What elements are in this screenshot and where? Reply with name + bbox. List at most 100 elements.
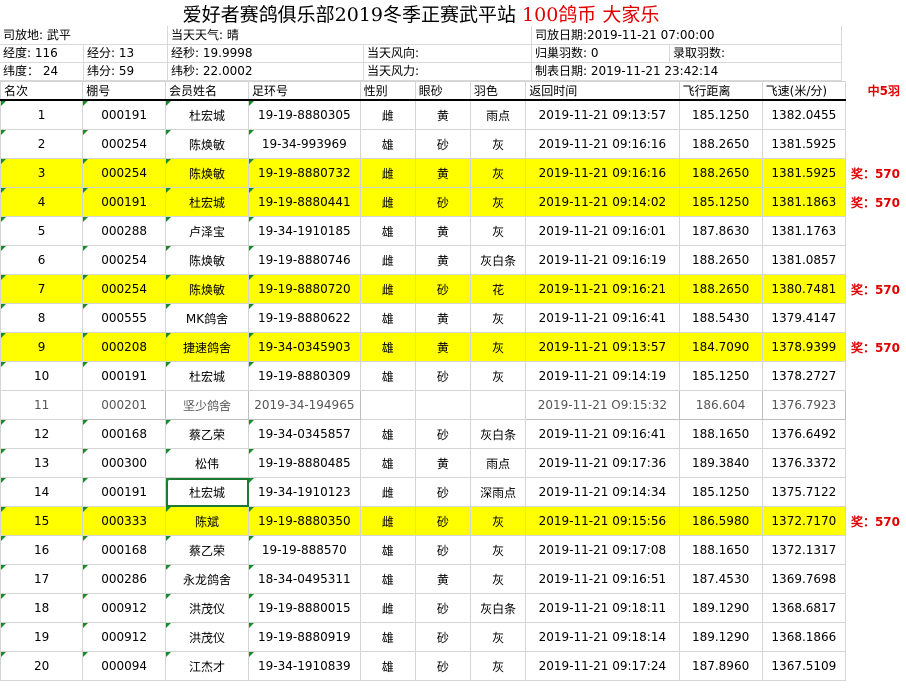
cell-ring[interactable]: 19-34-993969 (248, 129, 361, 159)
cell-distance[interactable]: 184.7090 (678, 332, 763, 362)
info-recorded[interactable]: 录取羽数: (670, 44, 842, 63)
cell-prize[interactable] (846, 478, 906, 507)
cell-rank[interactable]: 13 (0, 448, 84, 478)
cell-time[interactable]: 2019-11-21 09:14:34 (525, 477, 680, 507)
info-release-date[interactable]: 司放日期:2019-11-21 07:00:00 (532, 26, 842, 45)
cell-name[interactable]: 杜宏城 (165, 477, 249, 507)
cell-prize[interactable] (846, 449, 906, 478)
header-rank[interactable]: 名次 (0, 81, 84, 101)
cell-rank[interactable]: 2 (0, 129, 84, 159)
cell-prize[interactable] (846, 652, 906, 681)
cell-loft[interactable]: 000912 (82, 593, 167, 623)
cell-speed[interactable]: 1368.6817 (761, 593, 847, 623)
info-weather[interactable]: 当天天气: 晴 (168, 26, 532, 45)
cell-name[interactable]: 坚少鸽舍 (165, 390, 249, 420)
cell-sex[interactable]: 雌 (359, 158, 416, 188)
cell-name[interactable]: 蔡乙荣 (165, 419, 249, 449)
cell-time[interactable]: 2019-11-21 09:15:56 (525, 506, 680, 536)
cell-rank[interactable]: 16 (0, 535, 84, 565)
cell-speed[interactable]: 1372.1317 (761, 535, 847, 565)
info-lon-sec[interactable]: 经秒: 19.9998 (168, 44, 364, 63)
cell-speed[interactable]: 1375.7122 (761, 477, 847, 507)
cell-loft[interactable]: 000333 (82, 506, 167, 536)
cell-ring[interactable]: 19-19-8880720 (248, 274, 361, 304)
cell-eye[interactable]: 砂 (414, 622, 471, 652)
cell-prize[interactable] (846, 420, 906, 449)
cell-name[interactable]: 松伟 (165, 448, 249, 478)
cell-eye[interactable]: 砂 (414, 129, 471, 159)
cell-distance[interactable]: 188.1650 (678, 419, 763, 449)
cell-eye[interactable]: 砂 (414, 274, 471, 304)
cell-speed[interactable]: 1379.4147 (761, 303, 847, 333)
cell-sex[interactable]: 雄 (359, 564, 416, 594)
cell-ring[interactable]: 19-34-1910185 (248, 216, 361, 246)
cell-rank[interactable]: 1 (0, 99, 84, 130)
cell-loft[interactable]: 000288 (82, 216, 167, 246)
cell-distance[interactable]: 185.1250 (678, 187, 763, 217)
cell-prize[interactable]: 奖：570 (846, 333, 906, 362)
cell-loft[interactable]: 000168 (82, 535, 167, 565)
cell-speed[interactable]: 1376.6492 (761, 419, 847, 449)
cell-sex[interactable]: 雄 (359, 651, 416, 681)
cell-eye[interactable]: 砂 (414, 187, 471, 217)
cell-sex[interactable]: 雄 (359, 129, 416, 159)
cell-eye[interactable]: 砂 (414, 535, 471, 565)
cell-eye[interactable]: 黄 (414, 245, 471, 275)
info-lat-deg[interactable]: 纬度： 24 (0, 62, 84, 81)
cell-rank[interactable]: 6 (0, 245, 84, 275)
cell-time[interactable]: 2019-11-21 09:16:41 (525, 303, 680, 333)
cell-ring[interactable]: 19-19-8880305 (248, 99, 361, 130)
cell-prize[interactable] (846, 536, 906, 565)
cell-prize[interactable]: 奖：570 (846, 507, 906, 536)
cell-time[interactable]: 2019-11-21 09:16:16 (525, 129, 680, 159)
header-speed[interactable]: 飞速(米/分) (761, 81, 847, 101)
cell-eye[interactable]: 黄 (414, 332, 471, 362)
cell-eye[interactable]: 砂 (414, 651, 471, 681)
cell-color[interactable]: 灰 (469, 129, 527, 159)
cell-loft[interactable]: 000191 (82, 99, 167, 130)
header-sex[interactable]: 性别 (359, 81, 416, 101)
cell-color[interactable]: 灰白条 (469, 593, 527, 623)
cell-loft[interactable]: 000191 (82, 477, 167, 507)
cell-speed[interactable]: 1381.1763 (761, 216, 847, 246)
cell-ring[interactable]: 19-19-8880441 (248, 187, 361, 217)
cell-ring[interactable]: 18-34-0495311 (248, 564, 361, 594)
cell-time[interactable]: 2019-11-21 09:13:57 (525, 99, 680, 130)
cell-speed[interactable]: 1367.5109 (761, 651, 847, 681)
cell-rank[interactable]: 11 (0, 390, 84, 420)
cell-loft[interactable]: 000254 (82, 129, 167, 159)
cell-rank[interactable]: 19 (0, 622, 84, 652)
cell-prize[interactable] (846, 565, 906, 594)
info-wind-dir[interactable]: 当天风向: (364, 44, 532, 63)
cell-sex[interactable]: 雄 (359, 332, 416, 362)
cell-speed[interactable]: 1376.3372 (761, 448, 847, 478)
cell-name[interactable]: 陈焕敏 (165, 245, 249, 275)
cell-speed[interactable]: 1381.1863 (761, 187, 847, 217)
cell-name[interactable]: 杜宏城 (165, 187, 249, 217)
cell-color[interactable]: 灰 (469, 303, 527, 333)
cell-prize[interactable] (846, 304, 906, 333)
cell-speed[interactable]: 1381.0857 (761, 245, 847, 275)
cell-name[interactable]: 江杰才 (165, 651, 249, 681)
cell-color[interactable]: 灰 (469, 216, 527, 246)
cell-prize[interactable]: 奖：570 (846, 188, 906, 217)
cell-ring[interactable]: 19-19-8880309 (248, 361, 361, 391)
cell-prize[interactable] (846, 246, 906, 275)
cell-sex[interactable]: 雄 (359, 303, 416, 333)
cell-color[interactable]: 花 (469, 274, 527, 304)
cell-time[interactable]: 2019-11-21 09:18:11 (525, 593, 680, 623)
cell-distance[interactable]: 189.1290 (678, 622, 763, 652)
cell-loft[interactable]: 000191 (82, 361, 167, 391)
cell-color[interactable]: 雨点 (469, 99, 527, 130)
cell-name[interactable]: 陈焕敏 (165, 158, 249, 188)
cell-prize[interactable] (846, 391, 906, 420)
cell-eye[interactable] (414, 390, 471, 420)
info-returned[interactable]: 归巢羽数: 0 (532, 44, 670, 63)
cell-ring[interactable]: 19-19-8880015 (248, 593, 361, 623)
cell-rank[interactable]: 4 (0, 187, 84, 217)
cell-rank[interactable]: 15 (0, 506, 84, 536)
cell-prize[interactable]: 奖：570 (846, 159, 906, 188)
cell-time[interactable]: 2019-11-21 09:14:19 (525, 361, 680, 391)
cell-sex[interactable] (359, 390, 416, 420)
cell-rank[interactable]: 7 (0, 274, 84, 304)
